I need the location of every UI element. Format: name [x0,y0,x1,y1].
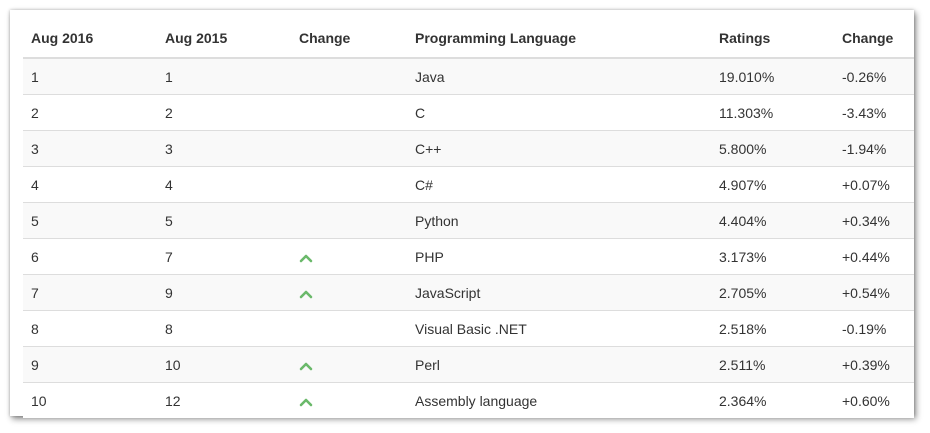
cell-rank-2016: 8 [23,310,157,347]
language-ranking-table: Aug 2016 Aug 2015 Change Programming Lan… [23,18,914,418]
cell-rating-change: -3.43% [834,94,914,131]
cell-rating-change: +0.60% [834,382,914,418]
cell-rank-change [291,166,407,203]
cell-rank-change [291,130,407,167]
cell-rank-change [291,94,407,131]
cell-rank-2016: 2 [23,94,157,131]
cell-rank-2015: 8 [157,310,291,347]
cell-rank-2016: 6 [23,238,157,275]
table-row: 8 8 Visual Basic .NET 2.518% -0.19% [23,310,914,347]
cell-rank-change [291,310,407,347]
table-row: 1 1 Java 19.010% -0.26% [23,57,914,95]
header-aug-2015: Aug 2015 [157,18,291,59]
cell-language: Python [407,202,711,239]
cell-rating-change: +0.34% [834,202,914,239]
cell-rank-2015: 12 [157,382,291,418]
cell-rank-2015: 7 [157,238,291,275]
ranking-table-card: Aug 2016 Aug 2015 Change Programming Lan… [10,10,914,418]
table-row: 2 2 C 11.303% -3.43% [23,94,914,131]
cell-rating-change: -0.19% [834,310,914,347]
cell-rank-2016: 4 [23,166,157,203]
cell-rating: 2.705% [711,274,834,311]
cell-rank-change [291,274,407,311]
table-body: 1 1 Java 19.010% -0.26% 2 2 C 11.303% -3.43% 3 3 C++… [23,57,914,418]
table-header: Aug 2016 Aug 2015 Change Programming Lan… [23,18,914,59]
cell-rating-change: +0.39% [834,346,914,383]
cell-language: C [407,94,711,131]
header-rating-change: Change [834,18,914,59]
cell-rank-2015: 10 [157,346,291,383]
table-row: 3 3 C++ 5.800% -1.94% [23,130,914,167]
cell-rank-2015: 2 [157,94,291,131]
up-chevron-icon [299,361,313,371]
cell-rating-change: +0.44% [834,238,914,275]
cell-language: C# [407,166,711,203]
cell-rank-2015: 4 [157,166,291,203]
header-row: Aug 2016 Aug 2015 Change Programming Lan… [23,18,914,59]
up-chevron-icon [299,397,313,407]
cell-rating: 11.303% [711,94,834,131]
table-row: 4 4 C# 4.907% +0.07% [23,166,914,203]
cell-rating: 19.010% [711,57,834,95]
cell-rating: 4.404% [711,202,834,239]
cell-language: C++ [407,130,711,167]
cell-rating-change: -1.94% [834,130,914,167]
up-chevron-icon [299,289,313,299]
cell-rank-2016: 9 [23,346,157,383]
cell-rating: 3.173% [711,238,834,275]
table-row: 10 12 Assembly language 2.364% +0.60% [23,382,914,418]
table-row: 6 7 PHP 3.173% +0.44% [23,238,914,275]
cell-rating-change: -0.26% [834,57,914,95]
header-ratings: Ratings [711,18,834,59]
cell-rating-change: +0.54% [834,274,914,311]
cell-rating: 2.511% [711,346,834,383]
cell-rating: 2.364% [711,382,834,418]
cell-rank-change [291,57,407,95]
cell-rank-2015: 9 [157,274,291,311]
cell-rank-2016: 5 [23,202,157,239]
cell-rank-2016: 3 [23,130,157,167]
cell-rank-2016: 1 [23,57,157,95]
cell-rank-change [291,382,407,418]
cell-rating: 4.907% [711,166,834,203]
cell-language: Java [407,57,711,95]
cell-rank-2015: 5 [157,202,291,239]
table-row: 5 5 Python 4.404% +0.34% [23,202,914,239]
cell-rating: 5.800% [711,130,834,167]
header-programming-language: Programming Language [407,18,711,59]
cell-rank-2015: 1 [157,57,291,95]
cell-rank-change [291,346,407,383]
cell-rating-change: +0.07% [834,166,914,203]
cell-language: Assembly language [407,382,711,418]
cell-rank-2016: 10 [23,382,157,418]
cell-language: PHP [407,238,711,275]
cell-rank-change [291,238,407,275]
cell-rank-change [291,202,407,239]
table-row: 9 10 Perl 2.511% +0.39% [23,346,914,383]
cell-language: Visual Basic .NET [407,310,711,347]
table-row: 7 9 JavaScript 2.705% +0.54% [23,274,914,311]
header-aug-2016: Aug 2016 [23,18,157,59]
cell-rating: 2.518% [711,310,834,347]
cell-language: JavaScript [407,274,711,311]
cell-language: Perl [407,346,711,383]
cell-rank-2015: 3 [157,130,291,167]
up-chevron-icon [299,253,313,263]
header-rank-change: Change [291,18,407,59]
cell-rank-2016: 7 [23,274,157,311]
